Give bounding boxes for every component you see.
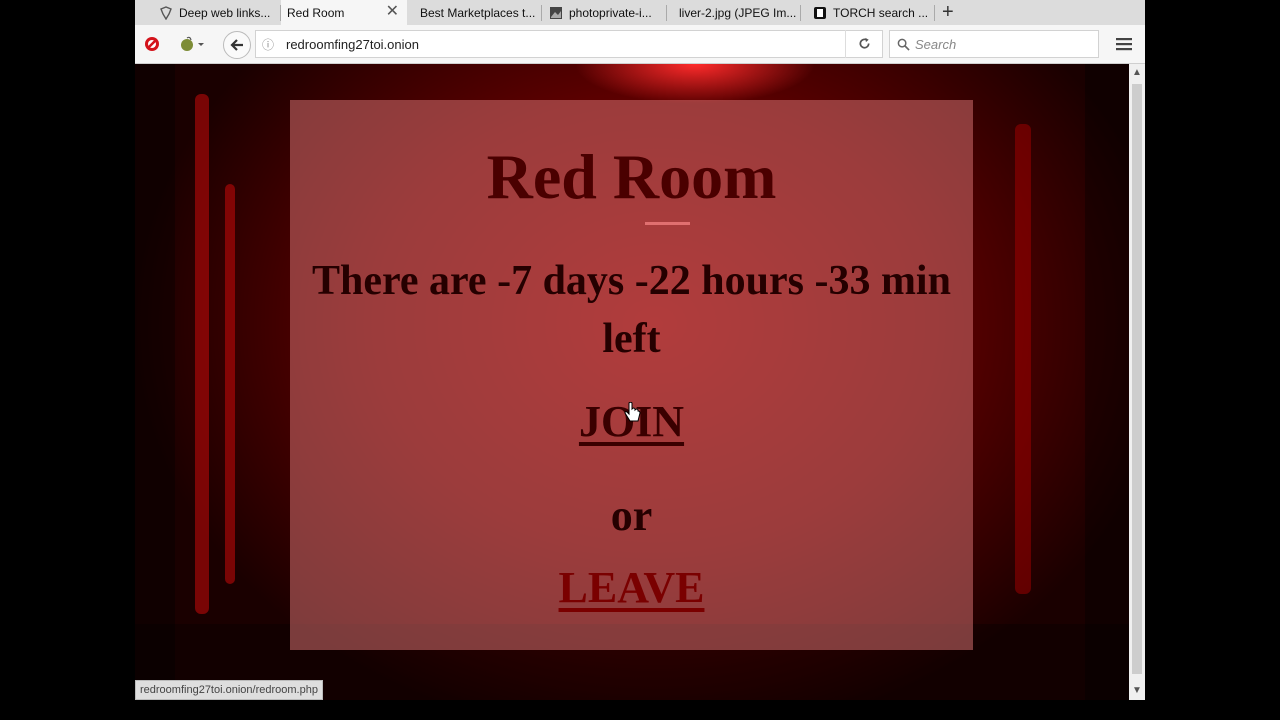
scroll-up-icon[interactable]: ▲: [1132, 67, 1142, 78]
reload-button[interactable]: [845, 30, 881, 58]
tab-torch-search[interactable]: TORCH search ...: [807, 0, 935, 25]
tab-red-room[interactable]: Red Room ✕: [281, 0, 407, 25]
search-icon: [897, 38, 910, 51]
background-shadow: [135, 64, 175, 700]
tab-label: TORCH search ...: [833, 5, 929, 20]
content-panel: Red Room There are -7 days -22 hours -33…: [290, 100, 973, 650]
tab-separator: [666, 5, 667, 21]
back-button[interactable]: [223, 31, 251, 59]
page-title: Red Room: [486, 141, 777, 212]
noscript-icon[interactable]: [144, 36, 160, 52]
or-text: or: [610, 491, 653, 540]
reload-icon: [859, 37, 870, 49]
decorative-divider: [645, 222, 690, 225]
torch-favicon-icon: [814, 6, 826, 19]
background-pipe: [1015, 124, 1031, 594]
menu-hamburger-icon[interactable]: [1116, 37, 1132, 51]
browser-window: Deep web links... Red Room ✕ Best Market…: [135, 0, 1145, 700]
tab-best-marketplaces[interactable]: Best Marketplaces t...: [414, 0, 542, 25]
url-bar[interactable]: ⓘ redroomfing27toi.onion: [255, 30, 883, 58]
leave-link[interactable]: LEAVE: [559, 563, 705, 612]
scroll-down-icon[interactable]: ▼: [1132, 685, 1142, 696]
countdown-text: There are -7 days -22 hours -33 min left: [312, 258, 951, 362]
tor-onion-icon[interactable]: [179, 36, 205, 52]
search-bar[interactable]: Search: [889, 30, 1099, 58]
leave-link-wrapper: LEAVE: [290, 562, 973, 613]
page-viewport: Red Room There are -7 days -22 hours -33…: [135, 64, 1129, 700]
tab-separator: [541, 5, 542, 21]
image-icon: [550, 6, 562, 19]
back-arrow-icon: [230, 39, 243, 51]
tab-separator: [800, 5, 801, 21]
nav-bar: ⓘ redroomfing27toi.onion Search: [135, 25, 1145, 64]
tab-photoprivate[interactable]: photoprivate-i...: [543, 0, 667, 25]
tab-liver-jpg[interactable]: liver-2.jpg (JPEG Im...: [673, 0, 801, 25]
info-icon[interactable]: ⓘ: [262, 36, 274, 53]
new-tab-plus-icon[interactable]: +: [942, 1, 954, 23]
background-pipe: [195, 94, 209, 614]
tab-favicon-icon: [160, 5, 172, 20]
tab-label: Best Marketplaces t...: [420, 5, 536, 20]
tab-separator: [934, 5, 935, 21]
close-tab-icon[interactable]: ✕: [386, 4, 399, 20]
tab-label: liver-2.jpg (JPEG Im...: [679, 5, 797, 20]
tab-label: Red Room: [287, 5, 345, 20]
tab-deep-web-links[interactable]: Deep web links...: [153, 0, 281, 25]
tab-label: Deep web links...: [179, 5, 271, 20]
scrollbar-thumb[interactable]: [1132, 84, 1142, 674]
search-placeholder: Search: [915, 37, 957, 52]
url-text[interactable]: redroomfing27toi.onion: [286, 37, 419, 52]
tab-label: photoprivate-i...: [569, 5, 652, 20]
vertical-scrollbar[interactable]: ▲ ▼: [1129, 64, 1145, 700]
status-bar-url: redroomfing27toi.onion/redroom.php: [135, 680, 323, 700]
background-pipe: [225, 184, 235, 584]
tab-strip: Deep web links... Red Room ✕ Best Market…: [135, 0, 1145, 25]
background-shadow: [1085, 64, 1129, 700]
hand-cursor-icon: [624, 402, 641, 422]
